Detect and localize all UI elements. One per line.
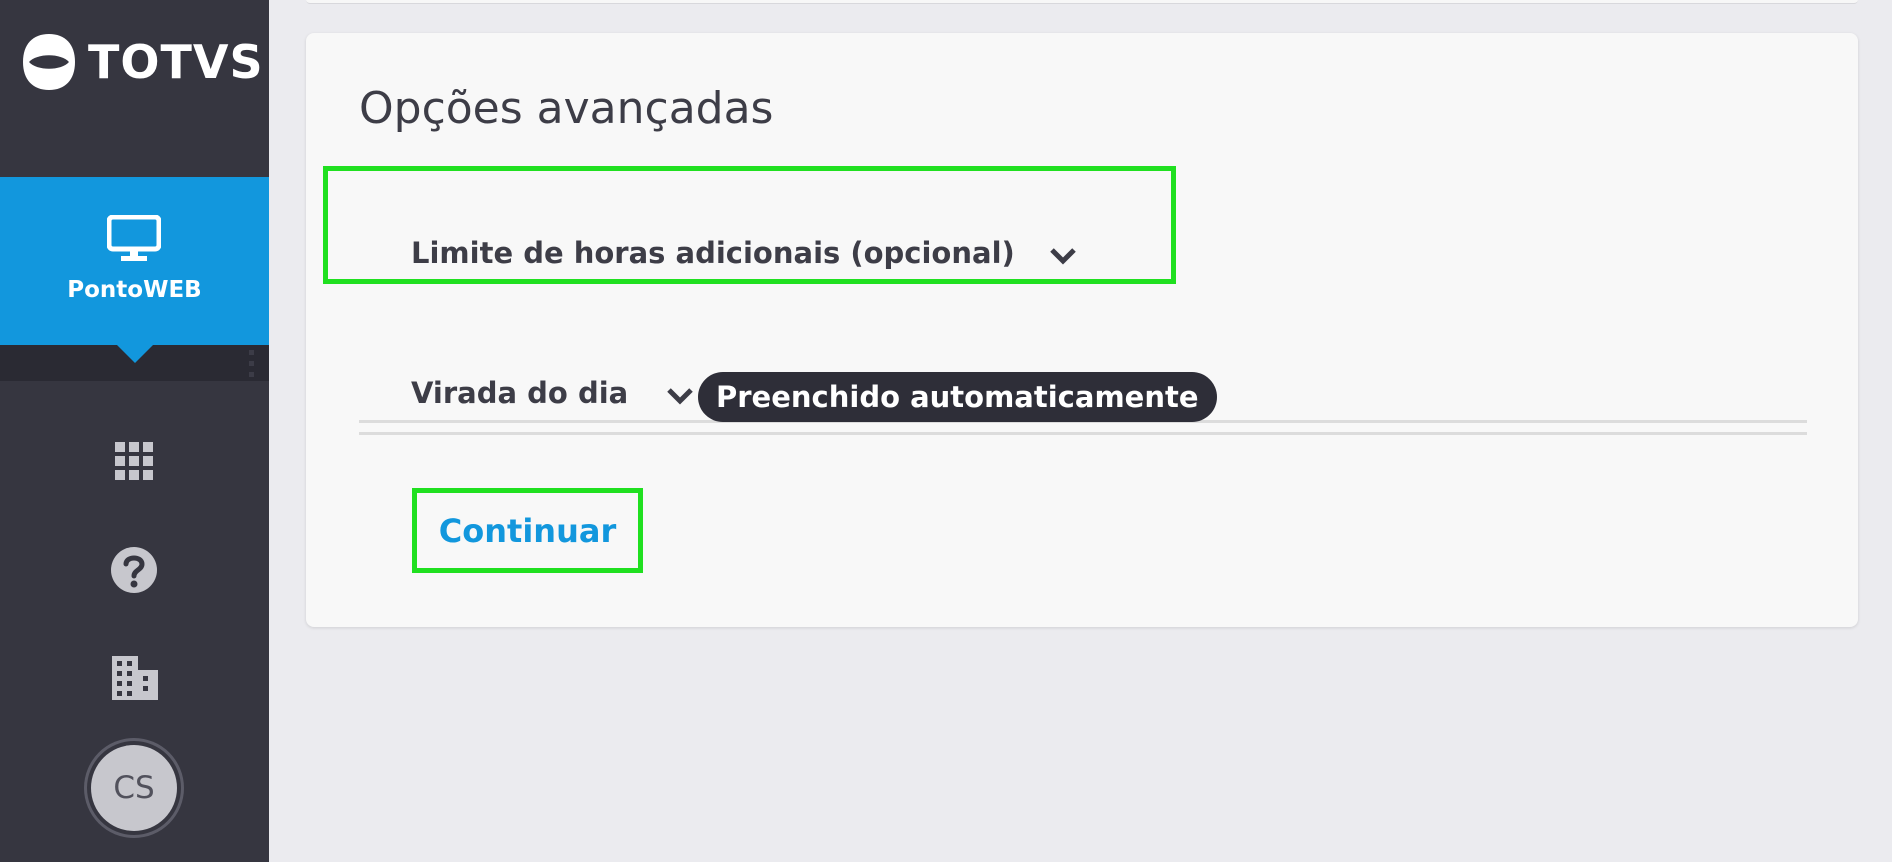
- sidebar-item-pontoweb[interactable]: PontoWEB: [0, 177, 269, 345]
- monitor-icon: [107, 215, 161, 261]
- section-label: Virada do dia: [411, 376, 629, 410]
- brand-logo[interactable]: TOTVS: [0, 0, 269, 177]
- sidebar-item-company[interactable]: [100, 650, 168, 706]
- sidebar-item-label: PontoWEB: [67, 277, 202, 303]
- scroll-handle[interactable]: [249, 350, 257, 378]
- chevron-down-icon: [667, 388, 694, 405]
- sidebar-item-help[interactable]: [100, 542, 168, 598]
- continue-button[interactable]: Continuar: [412, 488, 643, 573]
- apps-grid-icon: [115, 442, 153, 480]
- highlight-frame: [323, 166, 1176, 284]
- totvs-logo-icon: [23, 34, 75, 90]
- brand-name: TOTVS: [88, 35, 264, 89]
- virada-dia-toggle[interactable]: Virada do dia: [411, 376, 696, 410]
- section-divider: [359, 432, 1807, 435]
- building-icon: [112, 656, 158, 700]
- user-avatar[interactable]: CS: [91, 745, 177, 831]
- help-icon: [111, 547, 157, 593]
- page-title: Opções avançadas: [359, 83, 774, 134]
- sidebar-item-apps[interactable]: [100, 434, 168, 490]
- sidebar: TOTVS PontoWEB CS: [0, 0, 269, 862]
- status-badge: Preenchido automaticamente: [698, 372, 1217, 422]
- active-indicator-icon: [114, 342, 156, 363]
- previous-card-edge: [306, 0, 1858, 4]
